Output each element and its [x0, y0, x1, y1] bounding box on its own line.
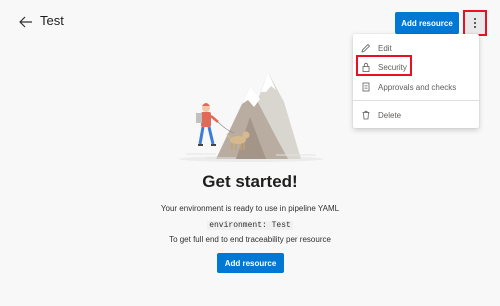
environment-ready-text: Your environment is ready to use in pipe… [160, 204, 340, 213]
menu-item-label: Edit [378, 43, 392, 53]
get-started-heading: Get started! [202, 172, 298, 191]
yaml-snippet: environment: Test [0, 214, 500, 232]
lock-icon [361, 62, 371, 72]
page-title: Test [40, 13, 64, 28]
more-options-button[interactable] [463, 10, 487, 36]
menu-divider [353, 100, 479, 101]
menu-item-label: Delete [378, 110, 402, 120]
add-resource-button-header[interactable]: Add resource [395, 12, 459, 34]
pencil-icon [361, 43, 371, 53]
menu-item-approvals-and-checks[interactable]: Approvals and checks [353, 77, 479, 97]
menu-item-label: Security [378, 62, 407, 72]
yaml-code: environment: Test [207, 221, 293, 230]
traceability-text: To get full end to end traceability per … [169, 235, 331, 244]
document-icon [361, 82, 371, 92]
back-button[interactable] [16, 12, 36, 32]
trash-icon [361, 110, 371, 120]
add-resource-button[interactable]: Add resource [217, 253, 284, 273]
menu-item-edit[interactable]: Edit [353, 38, 479, 58]
more-vertical-icon [474, 18, 476, 28]
menu-item-label: Approvals and checks [378, 82, 457, 92]
hiker-with-dog-illustration [179, 72, 323, 162]
environment-page: Test Add resource Edit Security Approval… [0, 0, 500, 306]
menu-item-security[interactable]: Security [353, 57, 479, 77]
menu-item-delete[interactable]: Delete [353, 105, 479, 125]
arrow-left-icon [19, 16, 32, 28]
